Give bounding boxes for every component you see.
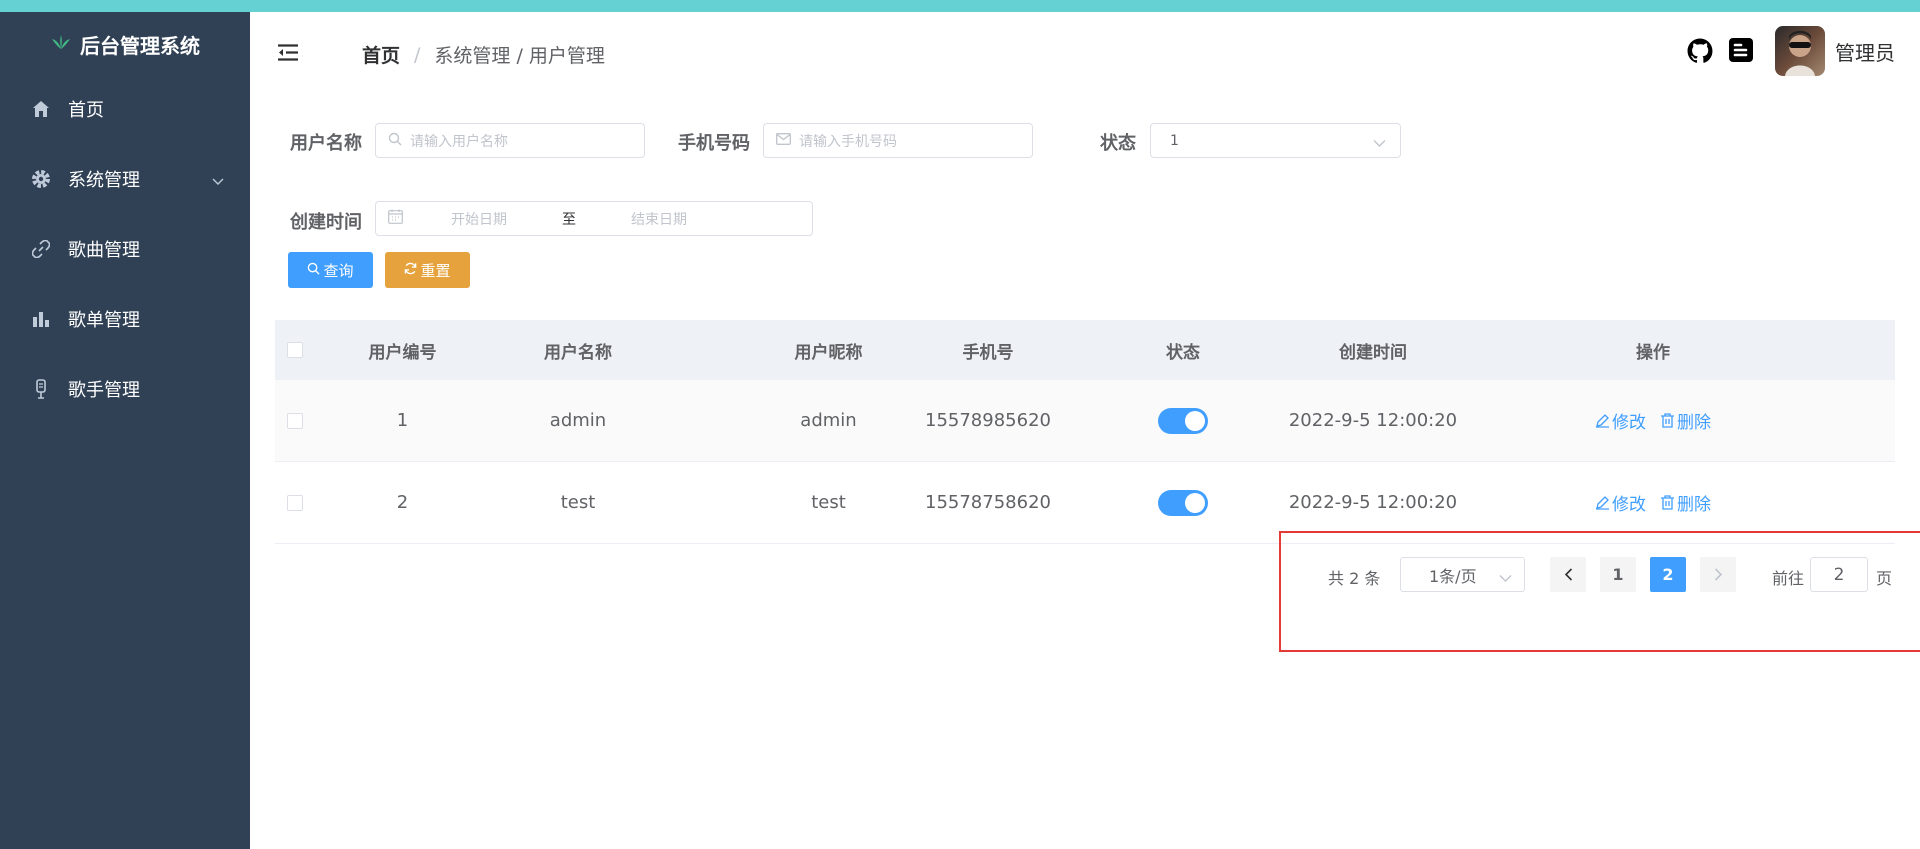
table-row: 1 admin admin 15578985620 2022-9-5 12:00… (275, 380, 1895, 462)
username-cell: admin (549, 410, 607, 431)
column-header: 用户编号 (368, 342, 437, 363)
phone-cell: 15578985620 (925, 410, 1051, 431)
sidebar-item-system[interactable]: 系统管理 (0, 144, 250, 214)
edit-icon (1596, 496, 1609, 510)
column-header: 用户名称 (544, 342, 612, 363)
sidebar-item-songs[interactable]: 歌曲管理 (0, 214, 250, 284)
column-header: 操作 (1636, 342, 1670, 363)
bar-chart-icon (30, 308, 52, 330)
row-checkbox[interactable] (287, 494, 303, 511)
created-time-cell: 2022-9-5 12:00:20 (1288, 492, 1458, 513)
leaf-logo-icon (50, 34, 72, 54)
phone-label: 手机号码 (678, 133, 750, 154)
calendar-icon (388, 209, 403, 228)
sidebar: 后台管理系统 首页 系统管理 歌曲管理 歌单管理 歌手管理 (0, 12, 250, 849)
gear-icon (30, 168, 52, 190)
pagination-highlight-box (1279, 531, 1920, 652)
sidebar-item-home[interactable]: 首页 (0, 74, 250, 144)
search-icon (388, 132, 402, 150)
table-header: 用户编号 用户名称 用户昵称 手机号 状态 创建时间 操作 (275, 320, 1895, 380)
search-icon (307, 261, 321, 279)
date-range-picker[interactable]: 开始日期 至 结束日期 (375, 201, 813, 236)
menu-fold-icon[interactable] (278, 44, 298, 65)
delete-label: 删除 (1677, 413, 1711, 433)
column-header: 手机号 (962, 342, 1014, 363)
end-date-placeholder[interactable]: 结束日期 (631, 209, 687, 229)
delete-icon (1661, 413, 1674, 428)
created-time-cell: 2022-9-5 12:00:20 (1288, 410, 1458, 431)
chevron-down-icon (1373, 136, 1386, 152)
row-select-cell (275, 412, 315, 429)
user-id-cell: 1 (396, 410, 409, 431)
username-cell: test (560, 492, 596, 513)
username-search-input[interactable]: 请输入用户名称 (375, 123, 645, 158)
status-cell (1063, 407, 1303, 434)
row-select-cell (275, 494, 315, 511)
breadcrumb-current: 系统管理 / 用户管理 (434, 45, 605, 67)
delete-button[interactable]: 删除 (1660, 490, 1711, 515)
sidebar-item-playlists[interactable]: 歌单管理 (0, 284, 250, 354)
phone-cell: 15578758620 (925, 492, 1051, 513)
status-cell (1063, 489, 1303, 516)
username-label: 用户名称 (290, 133, 362, 154)
app-title: 后台管理系统 (80, 33, 200, 58)
operations-cell: 修改 删除 (1513, 408, 1793, 433)
status-label: 状态 (1100, 133, 1136, 154)
sidebar-item-label: 首页 (68, 100, 104, 121)
phone-search-input[interactable]: 请输入手机号码 (763, 123, 1033, 158)
query-button[interactable]: 查询 (288, 252, 373, 288)
sidebar-item-label: 系统管理 (68, 170, 140, 191)
navbar: 首页 / 系统管理 / 用户管理 管理员 (250, 12, 1920, 94)
edit-label: 修改 (1612, 495, 1646, 515)
sidebar-item-singers[interactable]: 歌手管理 (0, 354, 250, 424)
query-button-label: 查询 (323, 261, 354, 280)
delete-icon (1661, 495, 1674, 510)
column-header: 创建时间 (1339, 342, 1407, 363)
navbar-right: 管理员 (1687, 26, 1895, 76)
username-placeholder: 请输入用户名称 (410, 133, 508, 150)
home-icon (30, 98, 52, 120)
reset-button-label: 重置 (420, 261, 451, 280)
column-header: 状态 (1166, 342, 1200, 363)
edit-button[interactable]: 修改 (1595, 408, 1646, 433)
app-logo[interactable]: 后台管理系统 (0, 16, 250, 72)
link-icon (30, 238, 52, 260)
delete-button[interactable]: 删除 (1660, 408, 1711, 433)
username[interactable]: 管理员 (1835, 37, 1895, 66)
status-toggle[interactable] (1158, 489, 1208, 516)
reset-button[interactable]: 重置 (385, 252, 470, 288)
edit-button[interactable]: 修改 (1595, 490, 1646, 515)
status-toggle[interactable] (1158, 407, 1208, 434)
refresh-icon (404, 261, 417, 279)
top-color-strip (0, 0, 1920, 12)
mail-icon (776, 132, 791, 149)
edit-label: 修改 (1612, 413, 1646, 433)
main-content: 首页 / 系统管理 / 用户管理 管理员 用户名称 请输入用户名称 手机号码 请… (250, 12, 1920, 849)
start-date-placeholder[interactable]: 开始日期 (451, 209, 507, 229)
user-table: 用户编号 用户名称 用户昵称 手机号 状态 创建时间 操作 1 admin ad… (275, 320, 1895, 544)
blog-icon[interactable] (1729, 38, 1755, 64)
select-all-cell (275, 342, 315, 358)
delete-label: 删除 (1677, 495, 1711, 515)
status-select[interactable]: 1 (1150, 123, 1401, 158)
edit-icon (1596, 414, 1609, 428)
microphone-icon (30, 378, 52, 400)
breadcrumb-home[interactable]: 首页 (362, 41, 400, 68)
sidebar-item-label: 歌单管理 (68, 310, 140, 331)
status-select-value: 1 (1170, 132, 1179, 149)
phone-placeholder: 请输入手机号码 (799, 133, 897, 150)
operations-cell: 修改 删除 (1513, 490, 1793, 515)
sidebar-item-label: 歌曲管理 (68, 240, 140, 261)
breadcrumb-separator: / (414, 43, 421, 66)
row-checkbox[interactable] (287, 412, 303, 429)
chevron-down-icon (212, 170, 224, 191)
github-icon[interactable] (1687, 38, 1713, 64)
created-time-label: 创建时间 (290, 212, 362, 233)
user-id-cell: 2 (396, 492, 409, 513)
sidebar-item-label: 歌手管理 (68, 380, 140, 401)
date-range-separator: 至 (562, 211, 576, 228)
select-all-checkbox[interactable] (287, 342, 303, 358)
avatar[interactable] (1775, 26, 1825, 76)
breadcrumb: 首页 / 系统管理 / 用户管理 (362, 41, 605, 68)
